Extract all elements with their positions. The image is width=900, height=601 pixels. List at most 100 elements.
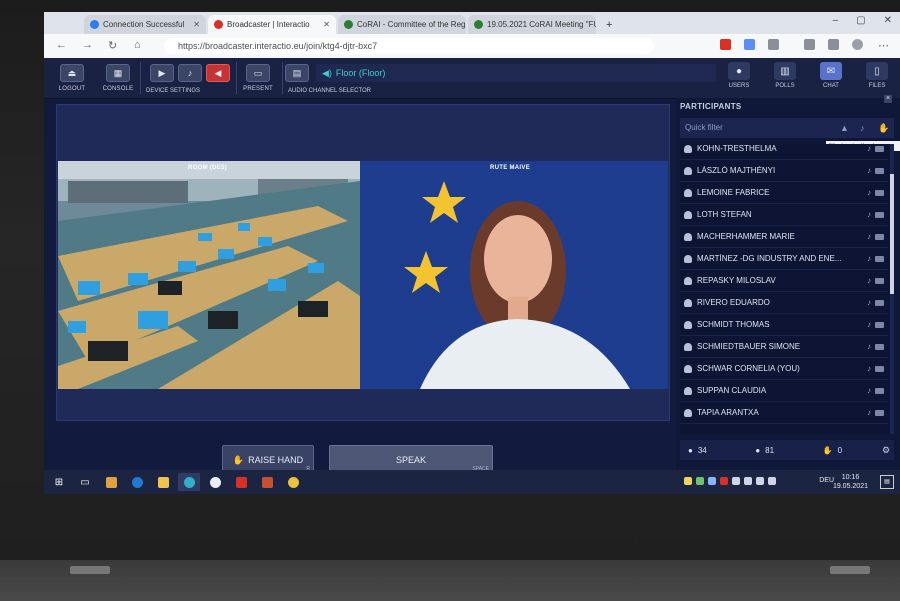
microphone-icon: ♪ bbox=[867, 342, 871, 351]
tray-icon[interactable] bbox=[708, 477, 716, 485]
tab-favicon-icon bbox=[344, 20, 353, 29]
close-icon[interactable]: ✕ bbox=[319, 20, 330, 29]
volume-icon[interactable] bbox=[768, 477, 776, 485]
forward-icon[interactable]: → bbox=[82, 39, 93, 51]
app-icon[interactable] bbox=[100, 473, 122, 491]
polls-label: POLLS bbox=[775, 83, 795, 89]
chrome-icon[interactable] bbox=[282, 473, 304, 491]
list-item[interactable]: SUPPAN CLAUDIA ♪ bbox=[680, 380, 888, 402]
powerpoint-icon[interactable] bbox=[256, 473, 278, 491]
start-icon[interactable]: ⊞ bbox=[48, 473, 70, 491]
list-item[interactable]: REPASKY MILOSLAV ♪ bbox=[680, 270, 888, 292]
gear-icon[interactable]: ⚙ bbox=[882, 445, 890, 456]
speaker-image bbox=[360, 161, 668, 389]
hand-filter-icon[interactable]: ✋ bbox=[878, 118, 889, 138]
user-icon bbox=[684, 342, 692, 351]
close-window-icon[interactable]: ✕ bbox=[884, 15, 892, 26]
new-tab-button[interactable]: + bbox=[600, 15, 620, 34]
files-button[interactable]: ▯ FILES bbox=[858, 62, 896, 89]
raise-hand-label: RAISE HAND bbox=[248, 455, 304, 465]
hand-icon: ✋ bbox=[822, 445, 833, 455]
favorites-icon[interactable] bbox=[804, 39, 815, 50]
polls-button[interactable]: ▥ POLLS bbox=[766, 62, 804, 89]
room-video-label: ROOM (DE5) bbox=[188, 165, 227, 171]
skype-icon[interactable] bbox=[204, 473, 226, 491]
quick-filter-input[interactable]: Quick filter ▲ ♪ ✋ bbox=[680, 118, 894, 138]
browser-tab-2[interactable]: Broadcaster | Interactio ✕ bbox=[208, 15, 336, 34]
warning-filter-icon[interactable]: ▲ bbox=[840, 118, 849, 138]
extension-icon[interactable] bbox=[720, 39, 731, 50]
tab-favicon-icon bbox=[474, 20, 483, 29]
browser-tab-4[interactable]: 19.05.2021 CoRAI Meeting "FUS ✕ bbox=[468, 15, 596, 34]
tray-icon[interactable] bbox=[720, 477, 728, 485]
chat-button[interactable]: ✉ CHAT bbox=[812, 62, 850, 89]
maximize-icon[interactable]: ▢ bbox=[856, 15, 865, 26]
url-field[interactable]: https://broadcaster.interactio.eu/join/k… bbox=[164, 38, 654, 54]
chat-icon: ✉ bbox=[820, 62, 842, 80]
language-indicator[interactable]: DEU bbox=[819, 477, 834, 484]
more-icon[interactable]: ⋯ bbox=[878, 39, 889, 52]
reload-icon[interactable]: ↻ bbox=[108, 39, 117, 52]
internet-explorer-icon[interactable] bbox=[126, 473, 148, 491]
list-item[interactable]: KOHN-TRESTHELMA ♪ bbox=[680, 144, 888, 160]
minimize-icon[interactable]: – bbox=[833, 15, 839, 26]
filter-placeholder: Quick filter bbox=[685, 123, 723, 132]
files-label: FILES bbox=[868, 83, 886, 89]
edge-icon[interactable] bbox=[178, 473, 200, 491]
home-icon[interactable]: ⌂ bbox=[134, 39, 141, 51]
participants-title: PARTICIPANTS bbox=[680, 102, 742, 111]
channel-name: Floor (Floor) bbox=[335, 68, 386, 78]
list-item[interactable]: SCHMIEDTBAUER SIMONE ♪ bbox=[680, 336, 888, 358]
notifications-icon[interactable]: ▤ bbox=[880, 475, 894, 489]
users-button[interactable]: ● USERS bbox=[720, 62, 758, 89]
microphone-filter-icon[interactable]: ♪ bbox=[860, 118, 865, 138]
close-icon[interactable]: ✕ bbox=[189, 20, 200, 29]
extension-icon[interactable] bbox=[744, 39, 755, 50]
browser-tab-1[interactable]: Connection Successful ✕ bbox=[84, 15, 206, 34]
tray-icon[interactable] bbox=[684, 477, 692, 485]
scrollbar-thumb[interactable] bbox=[890, 174, 894, 294]
audio-channel-button[interactable]: ▤ bbox=[282, 64, 312, 82]
channel-selector[interactable]: ◀) Floor (Floor) bbox=[316, 64, 716, 82]
list-item[interactable]: SCHMIDT THOMAS ♪ bbox=[680, 314, 888, 336]
extension-icon[interactable] bbox=[768, 39, 779, 50]
user-icon bbox=[684, 232, 692, 241]
list-item[interactable]: MACHERHAMMER MARIE ♪ bbox=[680, 226, 888, 248]
close-panel-icon[interactable]: × bbox=[884, 95, 892, 103]
list-item[interactable]: SCHWAR CORNELIA (YOU) ♪ bbox=[680, 358, 888, 380]
users-icon: ● bbox=[728, 62, 750, 80]
microphone-icon: ♪ bbox=[867, 188, 871, 197]
list-item[interactable]: LÁSZLÓ MAJTHÉNYI ♪ bbox=[680, 160, 888, 182]
audio-channel-selector-label: AUDIO CHANNEL SELECTOR bbox=[288, 88, 372, 94]
list-item[interactable]: RIVERO EDUARDO ♪ bbox=[680, 292, 888, 314]
polls-icon: ▥ bbox=[774, 62, 796, 80]
list-item[interactable]: LEMOINE FABRICE ♪ bbox=[680, 182, 888, 204]
participant-name: LÁSZLÓ MAJTHÉNYI bbox=[697, 166, 776, 175]
back-icon[interactable]: ← bbox=[56, 39, 67, 51]
clock-date: 19.05.2021 bbox=[832, 483, 868, 490]
camera-icon bbox=[875, 189, 884, 196]
system-clock[interactable]: 10:16 19.05.2021 bbox=[833, 473, 868, 491]
logout-label: LOGOUT bbox=[58, 86, 86, 92]
camera-icon bbox=[875, 211, 884, 218]
logout-button[interactable]: ⏏ LOGOUT bbox=[50, 64, 94, 92]
console-button[interactable]: ▦ CONSOLE bbox=[96, 64, 140, 92]
list-item[interactable]: LOTH STEFAN ♪ bbox=[680, 204, 888, 226]
present-label: PRESENT bbox=[243, 86, 273, 92]
collections-icon[interactable] bbox=[828, 39, 839, 50]
wifi-icon[interactable] bbox=[756, 477, 764, 485]
profile-avatar[interactable] bbox=[852, 39, 863, 50]
tab-label: 19.05.2021 CoRAI Meeting "FUS bbox=[487, 20, 596, 29]
list-item[interactable]: MARTÍNEZ -DG INDUSTRY AND ENE... ♪ bbox=[680, 248, 888, 270]
speaker-mute-button[interactable]: ◀ bbox=[196, 64, 240, 82]
acrobat-icon[interactable] bbox=[230, 473, 252, 491]
participant-list-scrollbar[interactable] bbox=[890, 144, 894, 434]
battery-icon[interactable] bbox=[744, 477, 752, 485]
list-item[interactable]: TAPIA ARANTXA ♪ bbox=[680, 402, 888, 424]
browser-tab-3[interactable]: CoRAI - Committee of the Regio ✕ bbox=[338, 15, 466, 34]
tray-icon[interactable] bbox=[696, 477, 704, 485]
file-explorer-icon[interactable] bbox=[152, 473, 174, 491]
present-button[interactable]: ▭ PRESENT bbox=[236, 64, 280, 92]
tray-icon[interactable] bbox=[732, 477, 740, 485]
task-view-icon[interactable]: ▭ bbox=[74, 473, 96, 491]
